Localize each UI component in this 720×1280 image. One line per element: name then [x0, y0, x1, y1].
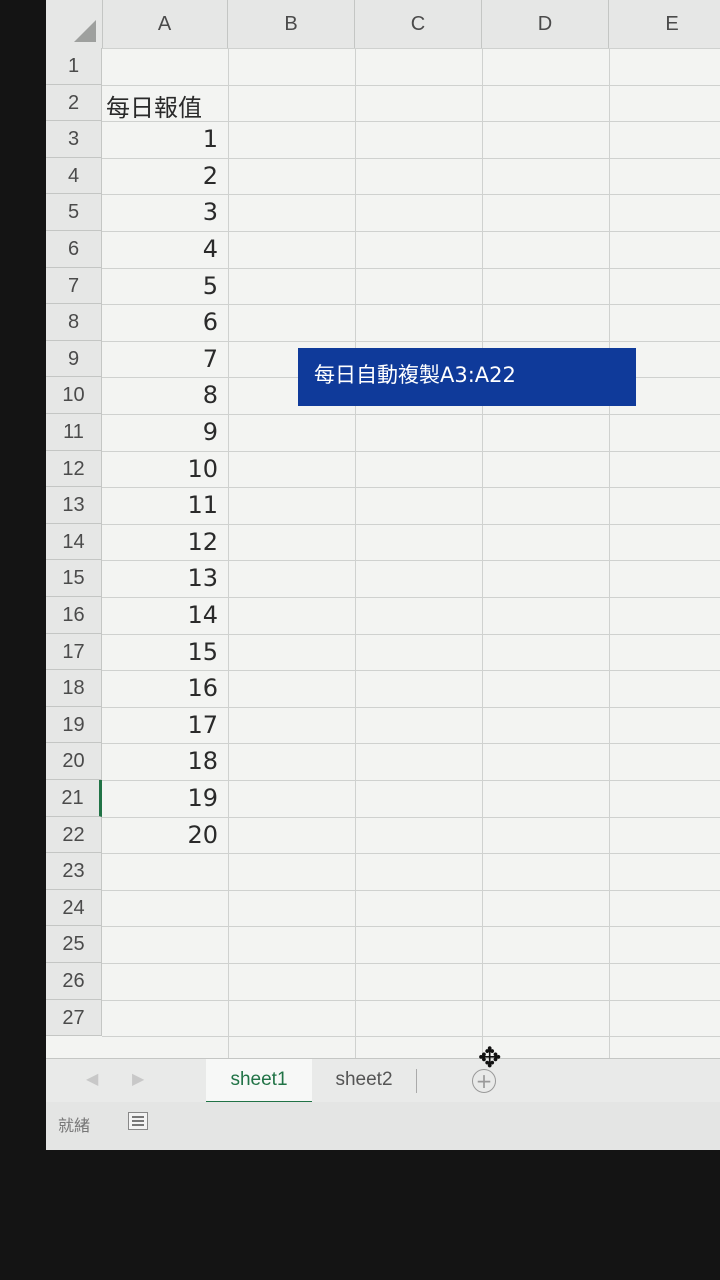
macro-tooltip: 每日自動複製A3:A22	[298, 348, 636, 406]
grid-row-line	[102, 889, 720, 891]
grid-row-line	[102, 633, 720, 635]
row-header-26[interactable]: 26	[46, 963, 102, 1000]
grid-column-line	[355, 48, 356, 1058]
tab-sheet1[interactable]: sheet1	[206, 1059, 312, 1104]
row-header-7[interactable]: 7	[46, 267, 102, 305]
grid-row-line	[102, 267, 720, 269]
cell-a21[interactable]: 19	[106, 784, 218, 812]
cell-a12[interactable]: 10	[106, 455, 218, 483]
cell-a11[interactable]: 9	[106, 418, 218, 446]
grid-column-line	[482, 48, 483, 1058]
cell-a6[interactable]: 4	[106, 235, 218, 263]
grid-row-line	[102, 231, 720, 232]
row-header-10[interactable]: 10	[46, 377, 102, 414]
grid-row-line	[102, 816, 720, 818]
row-header-18[interactable]: 18	[46, 670, 102, 707]
row-header-24[interactable]: 24	[46, 889, 102, 927]
move-cursor-icon: ✥	[478, 1041, 502, 1074]
grid-row-line	[102, 1036, 720, 1038]
grid-row-line	[102, 523, 720, 525]
cell-a5[interactable]: 3	[106, 198, 218, 226]
row-header-17[interactable]: 17	[46, 633, 102, 671]
row-header-11[interactable]: 11	[46, 414, 102, 451]
cell-a19[interactable]: 17	[106, 711, 218, 739]
cell-a4[interactable]: 2	[106, 162, 218, 190]
grid-row-line	[102, 670, 720, 672]
column-header-b[interactable]: B	[228, 0, 355, 48]
cell-a18[interactable]: 16	[106, 674, 218, 702]
tab-sheet2[interactable]: sheet2	[316, 1059, 412, 1101]
row-header-15[interactable]: 15	[46, 560, 102, 597]
row-header-3[interactable]: 3	[46, 121, 102, 158]
row-header-21[interactable]: 21	[46, 780, 102, 817]
cell-a22[interactable]: 20	[106, 821, 218, 849]
cell-a3[interactable]: 1	[106, 125, 218, 153]
row-header-4[interactable]: 4	[46, 157, 102, 195]
grid-row-line	[102, 999, 720, 1001]
grid-row-line	[102, 487, 720, 489]
grid-row-line	[102, 414, 720, 415]
status-bar: 就緒	[46, 1102, 720, 1150]
cell-a20[interactable]: 18	[106, 747, 218, 775]
row-header-5[interactable]: 5	[46, 194, 102, 231]
select-all-triangle-icon	[74, 20, 96, 42]
cell-a9[interactable]: 7	[106, 345, 218, 373]
row-header-20[interactable]: 20	[46, 743, 102, 780]
next-sheet-arrow-icon[interactable]: ▶	[132, 1069, 144, 1088]
tab-divider	[416, 1069, 417, 1093]
cell-a16[interactable]: 14	[106, 601, 218, 629]
row-header-8[interactable]: 8	[46, 304, 102, 341]
cell-a14[interactable]: 12	[106, 528, 218, 556]
grid-row-line	[102, 48, 720, 49]
column-header-c[interactable]: C	[355, 0, 482, 48]
status-ready-text: 就緒	[58, 1116, 91, 1135]
grid-row-line	[102, 597, 720, 598]
row-header-12[interactable]: 12	[46, 450, 102, 488]
cell-a7[interactable]: 5	[106, 272, 218, 300]
macro-record-icon[interactable]	[128, 1112, 148, 1130]
row-header-9[interactable]: 9	[46, 340, 102, 378]
grid-column-line	[228, 48, 229, 1058]
grid-row-line	[102, 304, 720, 306]
column-header-a[interactable]: A	[102, 0, 228, 48]
row-header-6[interactable]: 6	[46, 231, 102, 268]
prev-sheet-arrow-icon[interactable]: ◀	[86, 1069, 98, 1088]
grid-row-line	[102, 963, 720, 964]
select-all-corner[interactable]	[46, 0, 103, 48]
grid-row-line	[102, 743, 720, 745]
cell-a8[interactable]: 6	[106, 308, 218, 336]
grid-row-line	[102, 157, 720, 159]
row-header-19[interactable]: 19	[46, 706, 102, 744]
row-header-23[interactable]: 23	[46, 853, 102, 890]
row-header-25[interactable]: 25	[46, 926, 102, 963]
sheet-tab-bar: ◀ ▶ sheet1 sheet2 +	[46, 1058, 720, 1104]
row-header-2[interactable]: 2	[46, 84, 102, 122]
cell-a2[interactable]: 每日報值	[106, 88, 202, 123]
grid-row-line	[102, 84, 720, 86]
row-header-22[interactable]: 22	[46, 816, 102, 854]
grid-row-line	[102, 780, 720, 781]
row-header-13[interactable]: 13	[46, 487, 102, 524]
column-header-e[interactable]: E	[609, 0, 720, 48]
grid-row-line	[102, 853, 720, 855]
grid-row-line	[102, 450, 720, 452]
grid-row-line	[102, 194, 720, 196]
row-header-16[interactable]: 16	[46, 597, 102, 634]
grid-column-line	[609, 48, 610, 1058]
excel-window: A B C D E 1 2 3 4 5 6 7 8 9 10 11 12 13 14 15 16 17 18 19 2…	[46, 0, 720, 1150]
grid-row-line	[102, 926, 720, 928]
cell-a17[interactable]: 15	[106, 638, 218, 666]
row-header-27[interactable]: 27	[46, 999, 102, 1037]
row-header-14[interactable]: 14	[46, 523, 102, 561]
cell-a10[interactable]: 8	[106, 381, 218, 409]
grid-row-line	[102, 560, 720, 562]
row-header-1[interactable]: 1	[46, 48, 102, 85]
cell-a13[interactable]: 11	[106, 491, 218, 519]
grid-row-line	[102, 340, 720, 342]
column-header-d[interactable]: D	[482, 0, 609, 48]
cell-a15[interactable]: 13	[106, 564, 218, 592]
grid-row-line	[102, 706, 720, 708]
